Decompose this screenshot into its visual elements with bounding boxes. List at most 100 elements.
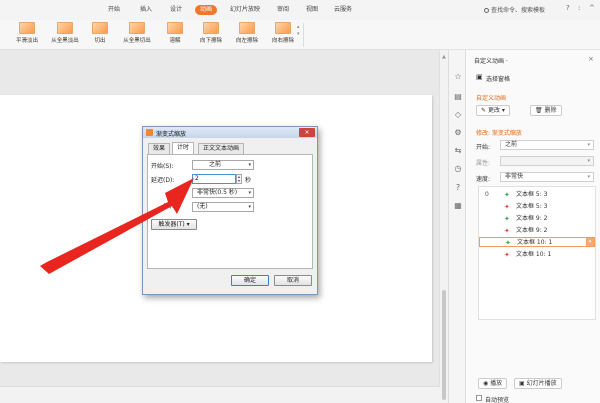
pane-title: 自定义动画 ·	[474, 58, 508, 65]
repeat-field-value: (无)	[197, 203, 208, 210]
delay-input[interactable]: 2	[192, 174, 236, 184]
custom-animation-icon[interactable]: ☆	[453, 72, 463, 82]
list-item[interactable]: ✦ 文本框 10: 1	[479, 250, 595, 260]
play-button[interactable]: ◉ 播放	[478, 378, 508, 389]
shapes-icon[interactable]: ◇	[453, 110, 463, 120]
ribbon-scroll-icon[interactable]: ▴ ▾	[297, 24, 300, 38]
ribbon-divider	[303, 23, 304, 47]
effect-smooth-fade[interactable]: 平滑淡出	[8, 22, 46, 44]
menu-review[interactable]: 审阅	[277, 5, 289, 15]
start-field-value: 之前	[209, 161, 222, 168]
menu-cloud[interactable]: 云服务	[334, 5, 352, 15]
share-icon[interactable]: ⇆	[453, 146, 463, 156]
delay-stepper[interactable]: ▴ ▾	[236, 174, 242, 184]
cancel-button[interactable]: 取消	[274, 275, 312, 286]
effect-label: 平滑淡出	[15, 38, 38, 44]
effect-dissolve[interactable]: 溶解	[156, 22, 194, 44]
change-label: 更改	[487, 107, 500, 114]
autopreview-checkbox[interactable]	[476, 395, 482, 401]
change-effect-button[interactable]: ✎ 更改 ▾	[476, 105, 510, 116]
help-circle-icon[interactable]: ?	[453, 183, 463, 193]
speed-select[interactable]: 非常快 ▾	[500, 172, 594, 182]
list-item-selected[interactable]: ✦ 文本框 10: 1 ▾	[479, 237, 595, 247]
effect-label: 溶解	[169, 38, 181, 44]
start-value: 之前	[505, 141, 518, 148]
effect-thumb-icon	[203, 22, 219, 34]
chevron-down-icon: ▾	[587, 142, 590, 148]
list-item-label: 文本框 10: 1	[516, 251, 552, 258]
effect-wipe-left[interactable]: 向左擦除	[228, 22, 266, 44]
effect-options-dialog: 渐变式缩放 × 效果 计时 正文文本动画 开始(S): 之前 ▾ 延迟(D): 2…	[142, 126, 318, 295]
menu-view[interactable]: 视图	[306, 5, 318, 15]
effect-thumb-icon	[129, 22, 145, 34]
settings-icon[interactable]: ⚙	[453, 128, 463, 138]
tab-timing[interactable]: 计时	[172, 142, 195, 154]
list-item-label: 文本框 5: 3	[516, 203, 548, 210]
effect-thumb-icon	[57, 22, 73, 34]
trigger-button[interactable]: 触发器(T) ▾	[151, 219, 197, 230]
grid-icon[interactable]: ▦	[453, 201, 463, 211]
tab-effect[interactable]: 效果	[148, 143, 171, 154]
collapse-ribbon-icon[interactable]: ^	[589, 4, 595, 12]
speed-field-select[interactable]: 非常快(0.5 秒) ▾	[192, 188, 254, 198]
start-select[interactable]: 之前 ▾	[500, 140, 594, 150]
history-icon[interactable]: ◷	[453, 164, 463, 174]
slideshow-label: 幻灯片播放	[526, 380, 557, 387]
dialog-titlebar[interactable]: 渐变式缩放 ×	[143, 127, 317, 138]
close-icon[interactable]: ×	[299, 128, 315, 137]
effect-label: 向左擦除	[235, 38, 258, 44]
list-item[interactable]: ✦ 文本框 9: 2	[479, 214, 595, 224]
effect-wipe-down[interactable]: 向下擦除	[192, 22, 230, 44]
chevron-down-icon[interactable]: ▾	[586, 238, 594, 246]
entrance-star-icon: ✦	[504, 191, 510, 199]
slideshow-button[interactable]: ▣ 幻灯片播放	[514, 378, 562, 389]
tab-text-animation[interactable]: 正文文本动画	[198, 143, 245, 154]
menu-slideshow[interactable]: 幻灯片放映	[230, 5, 260, 15]
play-label: 播放	[490, 380, 503, 387]
chevron-down-icon: ▾	[587, 174, 590, 180]
timing-panel: 开始(S): 之前 ▾ 延迟(D): 2 ▴ ▾ 秒 非常快(0.5 秒) ▾ (R)…	[147, 154, 313, 269]
vertical-scrollbar[interactable]: ▲	[439, 50, 448, 403]
select-pane-link[interactable]: 选择窗格	[486, 74, 510, 83]
list-item[interactable]: 0 ✦ 文本框 5: 3	[479, 190, 595, 200]
more-icon[interactable]: :	[578, 4, 580, 12]
autopreview-label: 自动预览	[485, 397, 510, 403]
select-pane-icon[interactable]: ▤	[453, 92, 463, 102]
delete-label: 删除	[544, 107, 557, 114]
menu-design[interactable]: 设计	[170, 5, 182, 15]
chevron-down-icon: ▾	[248, 190, 251, 196]
effect-thumb-icon	[275, 22, 291, 34]
effect-label: 从全黑切出	[123, 38, 151, 44]
start-label: 开始:	[476, 144, 491, 151]
list-item-label: 文本框 5: 3	[516, 191, 548, 198]
delete-effect-button[interactable]: 🗑 删除	[530, 105, 562, 116]
menu-insert[interactable]: 插入	[140, 5, 152, 15]
side-toolbar: ☆ ▤ ◇ ⚙ ⇆ ◷ ? ▦	[448, 50, 466, 403]
effect-fade-from-black[interactable]: 从全黑淡出	[46, 22, 84, 44]
list-item[interactable]: ✦ 文本框 9: 2	[479, 226, 595, 236]
repeat-field-select[interactable]: (无) ▾	[192, 202, 254, 212]
entrance-star-icon: ✦	[505, 239, 511, 247]
effect-thumb-icon	[92, 22, 108, 34]
help-icon[interactable]: ?	[566, 4, 570, 12]
start-field-label: 开始(S):	[151, 163, 174, 170]
pane-close-icon[interactable]: ×	[588, 55, 594, 63]
exit-star-icon: ✦	[504, 251, 510, 259]
exit-star-icon: ✦	[504, 203, 510, 211]
list-item-label: 文本框 9: 2	[516, 227, 548, 234]
effect-cut-from-black[interactable]: 从全黑切出	[118, 22, 156, 44]
start-field-select[interactable]: 之前 ▾	[192, 160, 254, 170]
list-item-label: 文本框 10: 1	[517, 239, 553, 246]
ok-button[interactable]: 确定	[231, 275, 269, 286]
chevron-down-icon: ▾	[248, 162, 251, 168]
effect-cut[interactable]: 切出	[81, 22, 119, 44]
command-search[interactable]: 查找命令、搜索模板	[484, 5, 545, 14]
scroll-up-icon[interactable]: ▲	[442, 54, 446, 60]
search-icon	[484, 8, 489, 13]
scrollbar-thumb[interactable]	[442, 290, 446, 400]
menu-bar: 开始 插入 设计 动画 幻灯片放映 审阅 视图 云服务 查找命令、搜索模板 ? …	[0, 0, 600, 20]
list-item[interactable]: ✦ 文本框 5: 3	[479, 202, 595, 212]
menu-animation[interactable]: 动画	[195, 5, 218, 15]
modify-heading: 修改: 渐变式缩放	[476, 130, 522, 137]
menu-home[interactable]: 开始	[108, 5, 120, 15]
